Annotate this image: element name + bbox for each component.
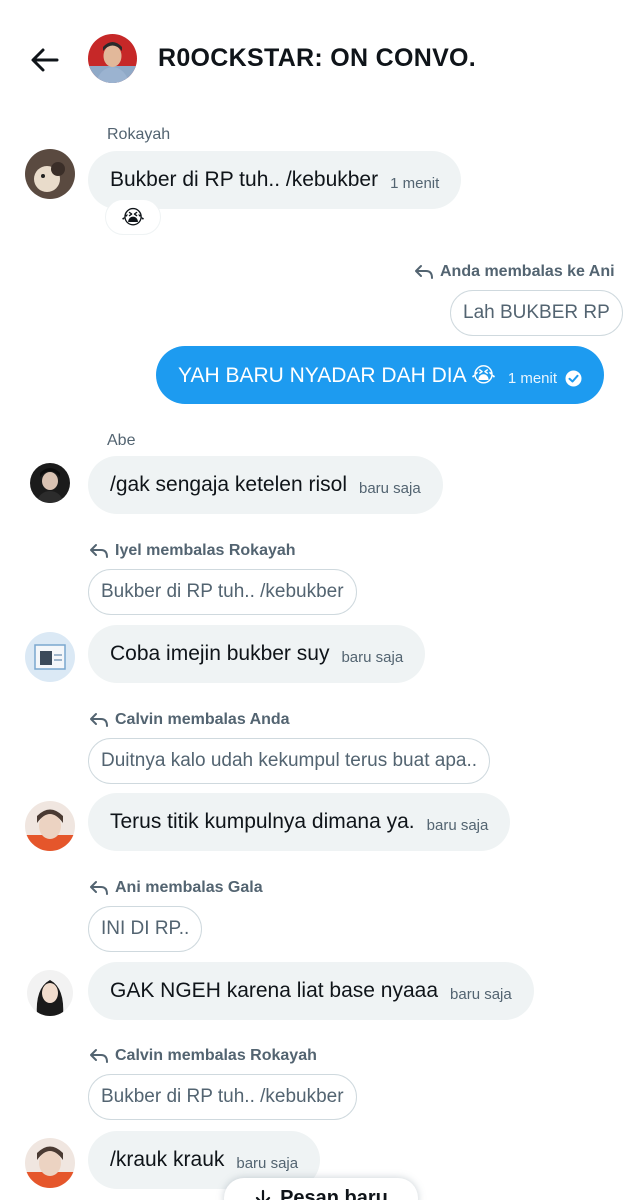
message-text: Terus titik kumpulnya dimana ya. [110, 810, 415, 833]
message-text: GAK NGEH karena liat base nyaaa [110, 979, 439, 1002]
message-bubble[interactable]: Terus titik kumpulnya dimana ya. baru sa… [88, 793, 511, 851]
arrow-left-icon [31, 48, 59, 72]
message-text: Bukber di RP tuh.. /kebukber [110, 168, 379, 191]
avatar-calvin[interactable] [25, 801, 75, 851]
group-avatar[interactable] [88, 34, 137, 83]
message-text: /gak sengaja ketelen risol [110, 473, 347, 496]
avatar-ani[interactable] [27, 970, 73, 1016]
my-message-bubble[interactable]: YAH BARU NYADAR DAH DIA 😭 1 menit [156, 346, 605, 404]
message-text: Coba imejin bukber suy [110, 642, 330, 665]
sender-name: Abe [107, 432, 136, 449]
message-text: /krauk krauk [110, 1148, 225, 1171]
reply-arrow-icon [90, 1049, 108, 1063]
arrow-down-icon [255, 1189, 271, 1200]
quoted-message[interactable]: Lah BUKBER RP [450, 290, 623, 336]
quoted-message[interactable]: Bukber di RP tuh.. /kebukber [88, 569, 357, 615]
avatar-rokayah[interactable] [25, 149, 75, 199]
message-bubble[interactable]: Coba imejin bukber suy baru saja [88, 625, 426, 683]
message-bubble[interactable]: GAK NGEH karena liat base nyaaa baru saj… [88, 962, 534, 1020]
read-check-icon [565, 370, 582, 386]
reply-indicator-text: Anda membalas ke Ani [440, 263, 615, 280]
message-time: baru saja [341, 648, 404, 666]
quoted-message-text: Bukber di RP tuh.. /kebukber [101, 1086, 344, 1107]
message-time: baru saja [358, 479, 421, 497]
reply-arrow-icon [415, 265, 433, 279]
reply-indicator: Calvin membalas Rokayah [89, 1047, 317, 1065]
avatar-abe[interactable] [30, 463, 70, 503]
message-bubble[interactable]: /gak sengaja ketelen risol baru saja [88, 456, 443, 514]
dm-conversation-screen: R0OCKSTAR: ON CONVO. Rokayah Bukber di R… [0, 0, 643, 1200]
avatar-iyel[interactable] [25, 632, 75, 682]
message-text: YAH BARU NYADAR DAH DIA 😭 [178, 363, 496, 387]
reply-indicator-text: Ani membalas Gala [115, 879, 263, 896]
message-time: baru saja [236, 1154, 299, 1172]
quoted-message-text: Bukber di RP tuh.. /kebukber [101, 581, 344, 602]
quoted-message[interactable]: Bukber di RP tuh.. /kebukber [88, 1074, 357, 1120]
message-time: baru saja [450, 985, 512, 1003]
quoted-message-text: Lah BUKBER RP [463, 302, 610, 323]
message-time: 1 menit [507, 369, 558, 387]
conversation-header: R0OCKSTAR: ON CONVO. [0, 0, 643, 118]
avatar-calvin[interactable] [25, 1138, 75, 1188]
quoted-message-text: Duitnya kalo udah kekumpul terus buat ap… [101, 750, 478, 771]
sender-name: Rokayah [107, 126, 171, 143]
new-messages-button[interactable]: Pesan baru [224, 1178, 418, 1200]
reply-indicator-text: Calvin membalas Rokayah [115, 1047, 317, 1064]
reply-indicator-text: Calvin membalas Anda [115, 711, 290, 728]
back-button[interactable] [28, 43, 62, 77]
reply-indicator: Anda membalas ke Ani [414, 263, 615, 281]
reply-indicator: Calvin membalas Anda [89, 711, 290, 729]
conversation-title[interactable]: R0OCKSTAR: ON CONVO. [158, 44, 476, 73]
reply-indicator: Ani membalas Gala [89, 879, 263, 897]
reaction-badge[interactable]: 😭 [105, 199, 161, 235]
quoted-message[interactable]: INI DI RP.. [88, 906, 203, 952]
reply-arrow-icon [90, 881, 108, 895]
reply-arrow-icon [90, 544, 108, 558]
new-messages-label: Pesan baru [280, 1186, 388, 1200]
quoted-message[interactable]: Duitnya kalo udah kekumpul terus buat ap… [88, 738, 491, 784]
reply-arrow-icon [90, 713, 108, 727]
reply-indicator: Iyel membalas Rokayah [89, 542, 296, 560]
message-time: 1 menit [390, 174, 440, 192]
reply-indicator-text: Iyel membalas Rokayah [115, 542, 296, 559]
crying-face-emoji: 😭 [121, 206, 145, 229]
message-time: baru saja [426, 816, 489, 834]
quoted-message-text: INI DI RP.. [101, 918, 190, 939]
